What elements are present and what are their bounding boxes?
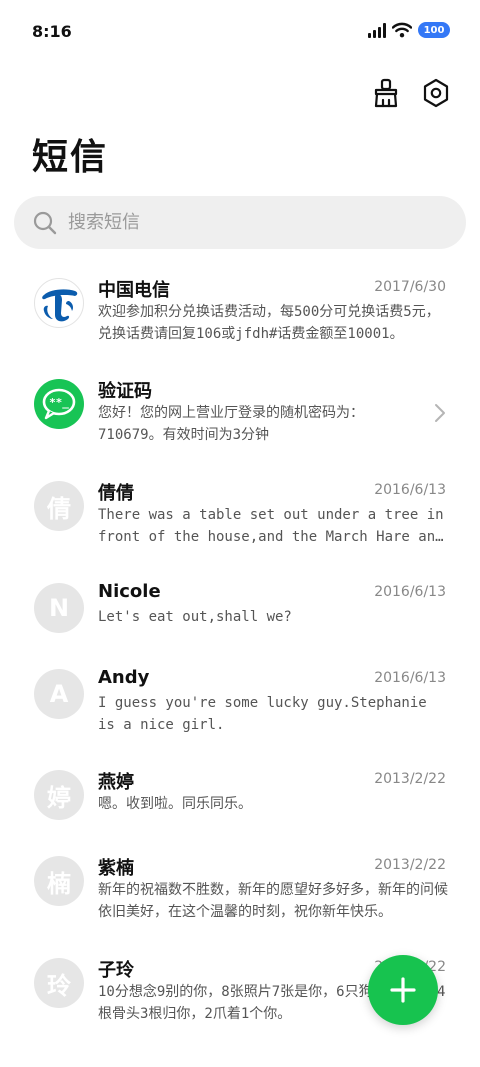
sms-code-icon: **_	[42, 388, 76, 420]
svg-text:**_: **_	[49, 396, 69, 409]
sender-name: Nicole	[98, 581, 161, 602]
message-preview: Let's eat out,shall we?	[98, 609, 292, 625]
new-message-button[interactable]	[368, 955, 438, 1025]
signal-icon	[368, 22, 386, 38]
message-item-nicole[interactable]: N Nicole 2016/6/13 Let's eat out,shall w…	[0, 567, 480, 647]
plus-icon	[390, 977, 416, 1003]
message-date: 2013/2/22	[374, 771, 446, 787]
message-date: 2013/2/22	[374, 857, 446, 873]
avatar: N	[34, 583, 84, 633]
message-preview: 欢迎参加积分兑换话费活动，每500分可兑换话费5元，兑换话费请回复106或jfd…	[98, 304, 440, 342]
message-preview: 嗯。收到啦。同乐同乐。	[98, 796, 252, 812]
avatar: 婷	[34, 770, 84, 820]
avatar: 玲	[34, 958, 84, 1008]
page-title: 短信	[32, 137, 109, 178]
search-input[interactable]	[68, 196, 448, 249]
message-preview: 新年的祝福数不胜数，新年的愿望好多好多，新年的问候依旧美好，在这个温馨的时刻，祝…	[98, 882, 448, 920]
avatar	[34, 278, 84, 328]
clean-button[interactable]	[370, 76, 402, 110]
search-bar[interactable]	[14, 196, 466, 249]
message-date: 2016/6/13	[374, 482, 446, 498]
avatar: A	[34, 669, 84, 719]
wifi-icon	[392, 22, 412, 38]
sender-name: 子玲	[98, 960, 134, 981]
message-item-andy[interactable]: A Andy 2016/6/13 I guess you're some luc…	[0, 653, 480, 753]
sender-name: 紫楠	[98, 858, 134, 879]
message-item-zinan[interactable]: 楠 紫楠 2013/2/22 新年的祝福数不胜数，新年的愿望好多好多，新年的问候…	[0, 840, 480, 940]
message-preview: There was a table set out under a tree i…	[98, 507, 444, 545]
sender-name: Andy	[98, 667, 150, 688]
message-item-china-telecom[interactable]: 中国电信 2017/6/30 欢迎参加积分兑换话费活动，每500分可兑换话费5元…	[0, 262, 480, 362]
status-icons: 100	[368, 22, 450, 38]
avatar: 楠	[34, 856, 84, 906]
message-date: 2016/6/13	[374, 670, 446, 686]
toolbar	[370, 76, 452, 110]
message-date: 2016/6/13	[374, 584, 446, 600]
battery-level: 100	[423, 24, 445, 36]
message-item-qianqian[interactable]: 倩 倩倩 2016/6/13 There was a table set out…	[0, 465, 480, 565]
avatar: **_	[34, 379, 84, 429]
status-time: 8:16	[32, 22, 72, 41]
telecom-logo	[42, 289, 78, 322]
avatar: 倩	[34, 481, 84, 531]
broom-icon	[374, 78, 398, 108]
message-item-verification-code[interactable]: **_ 验证码 您好！您的网上营业厅登录的随机密码为：710679。有效时间为3…	[0, 363, 480, 463]
hexagon-gear-icon	[423, 78, 449, 108]
sender-name: 验证码	[98, 381, 152, 402]
messages-screen: 8:16 100 短信 搜索短信 中国电信 2017/6/30 欢迎参加积分兑换…	[0, 0, 480, 1067]
message-preview: I guess you're some lucky guy.Stephanie …	[98, 695, 427, 733]
settings-button[interactable]	[420, 76, 452, 110]
message-date: 2017/6/30	[374, 279, 446, 295]
sender-name: 倩倩	[98, 483, 134, 504]
sender-name: 中国电信	[98, 280, 170, 301]
sender-name: 燕婷	[98, 772, 134, 793]
message-item-yanting[interactable]: 婷 燕婷 2013/2/22 嗯。收到啦。同乐同乐。	[0, 754, 480, 834]
battery-icon: 100	[418, 22, 450, 38]
status-bar: 8:16 100	[0, 0, 480, 64]
message-preview: 您好！您的网上营业厅登录的随机密码为：710679。有效时间为3分钟	[98, 405, 364, 443]
chevron-right-icon	[435, 404, 445, 422]
search-icon	[33, 211, 57, 235]
